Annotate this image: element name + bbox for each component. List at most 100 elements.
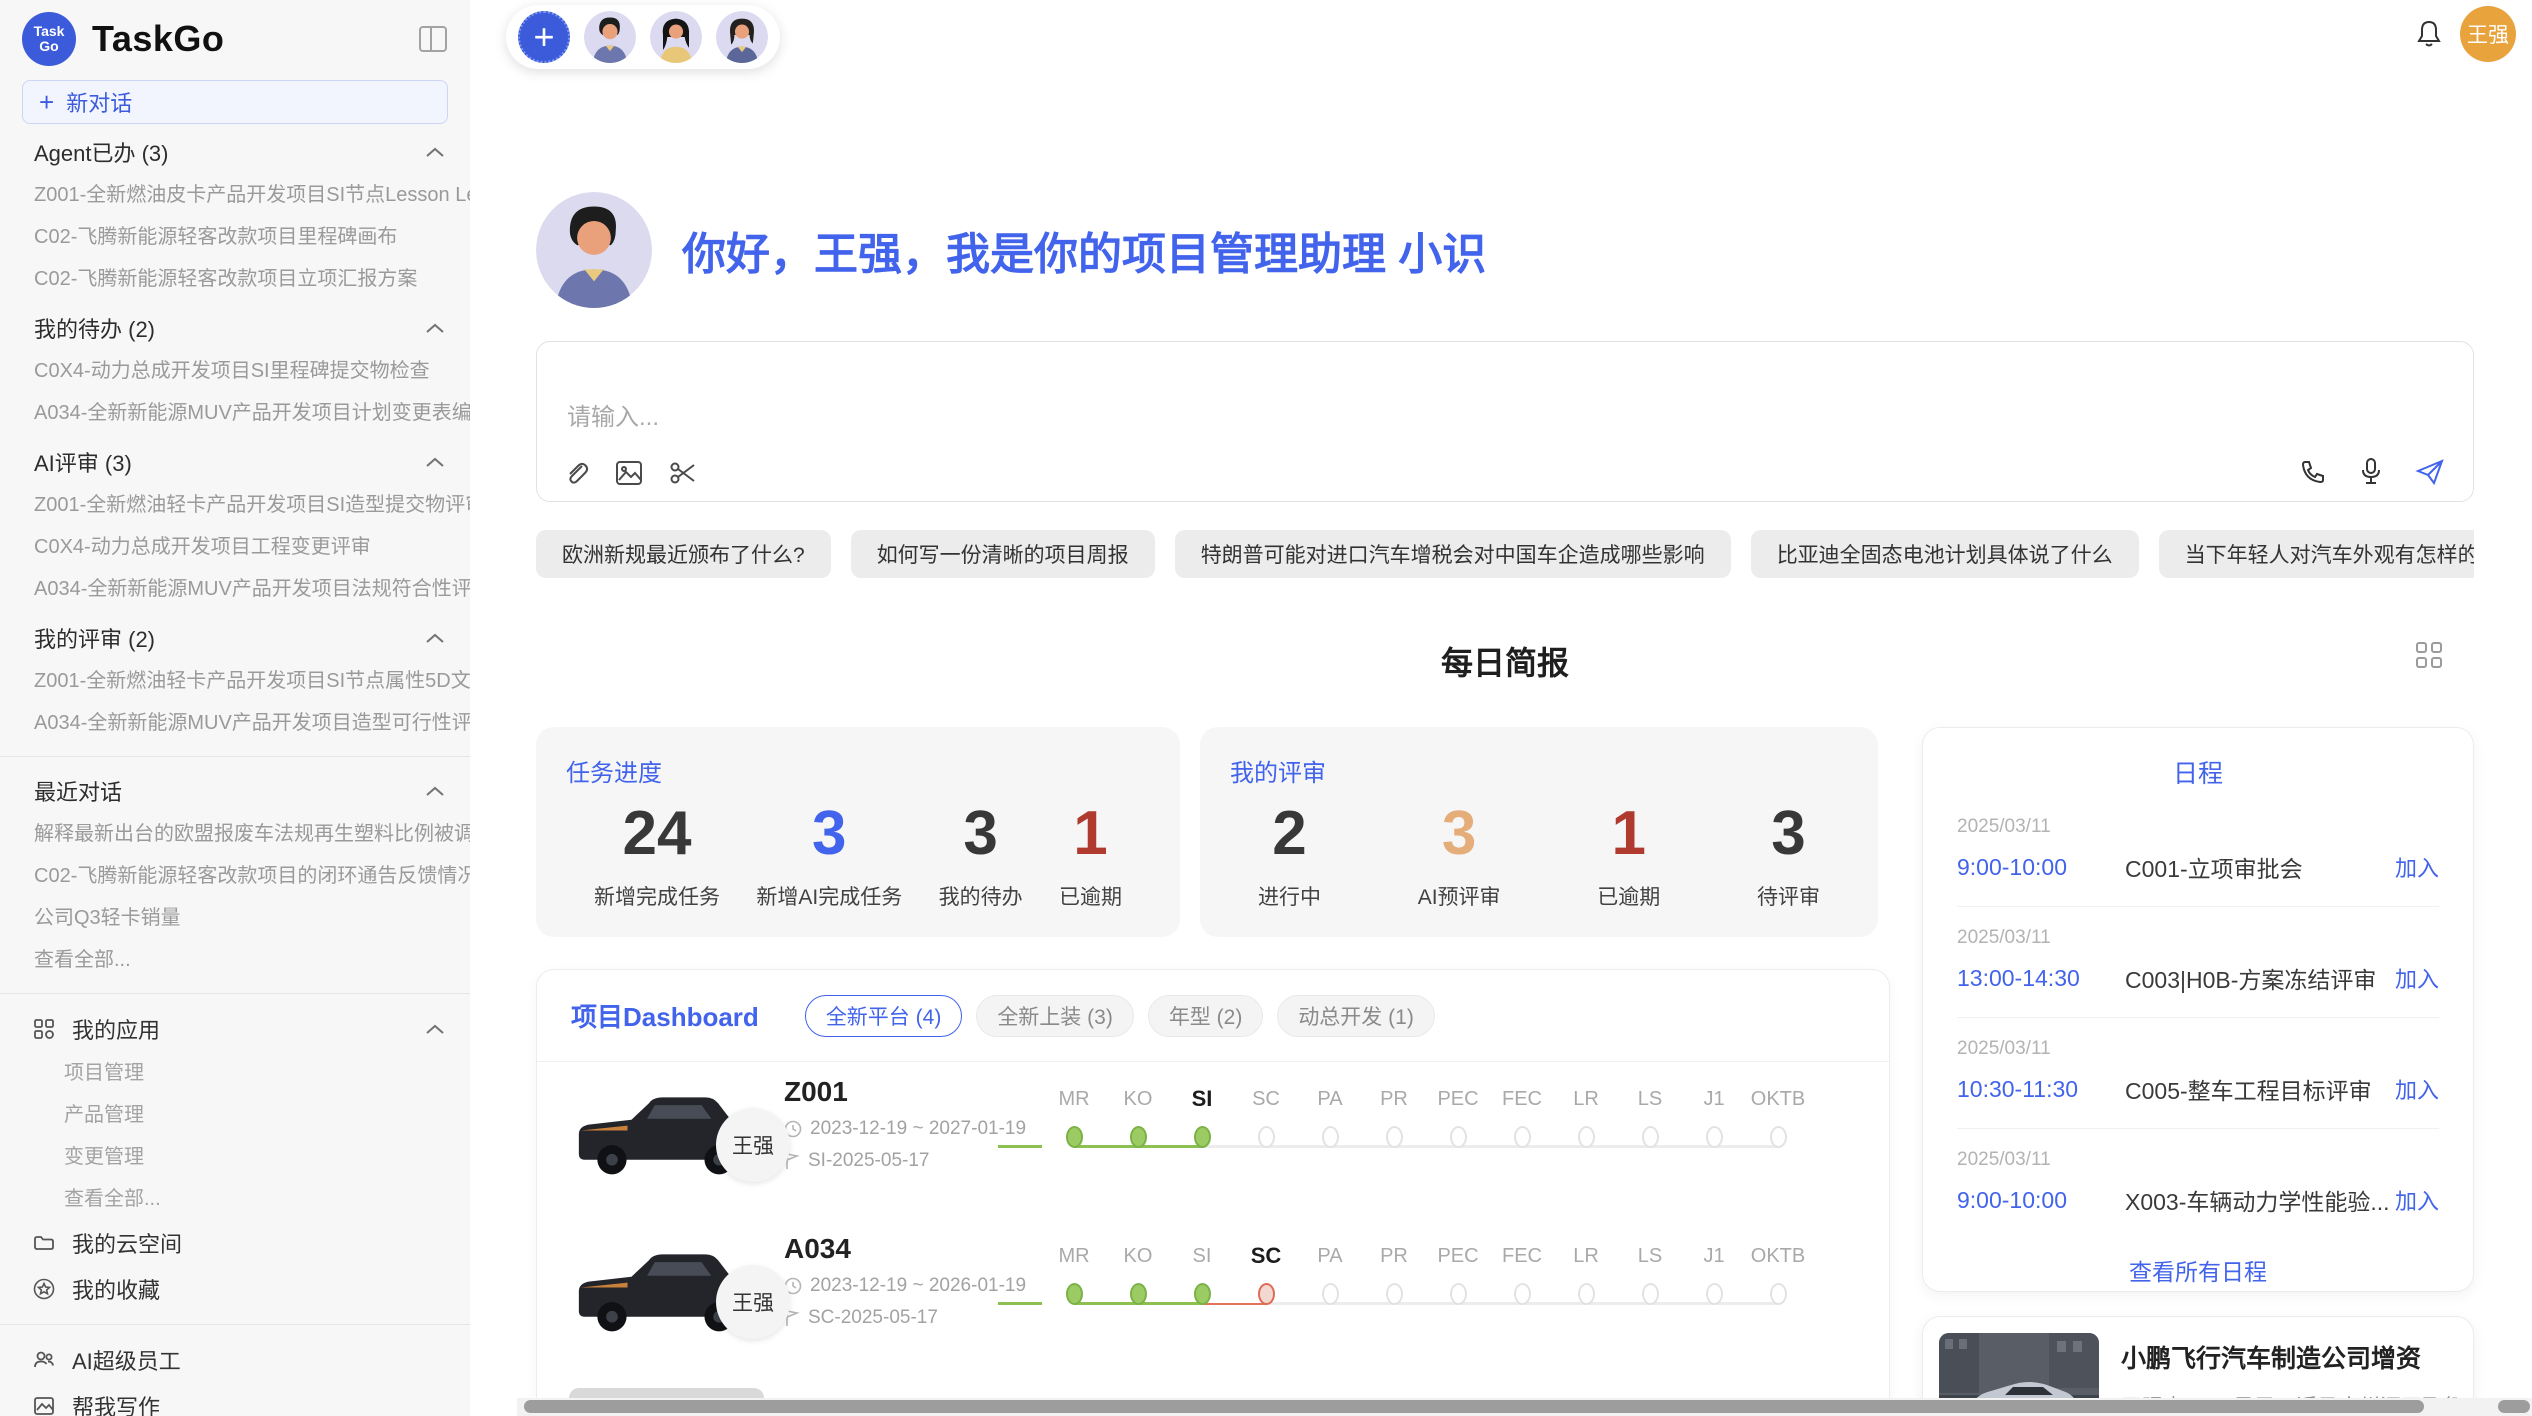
- sidebar-task-item[interactable]: Z001-全新燃油轻卡产品开发项目SI造型提交物评审: [0, 484, 470, 526]
- chat-input[interactable]: [567, 404, 1967, 432]
- milestone-dot: [1066, 1283, 1083, 1305]
- user-avatar[interactable]: 王强: [2460, 6, 2516, 62]
- send-icon[interactable]: [2415, 458, 2445, 486]
- date-range: 2023-12-19 ~ 2027-01-19: [810, 1118, 1026, 1140]
- milestone-dot: [1258, 1283, 1275, 1305]
- chevron-up-icon: [426, 147, 444, 158]
- app-logo: Task Go: [22, 12, 76, 66]
- project-owner-badge: 王强: [716, 1265, 790, 1339]
- add-agent-button[interactable]: +: [518, 11, 570, 63]
- stat-label: 我的待办: [939, 881, 1023, 911]
- project-row[interactable]: 王强 A034 2023-12-19 ~ 2026-01-19 SC-2025-…: [537, 1219, 1889, 1376]
- mic-icon[interactable]: [2359, 457, 2383, 487]
- divider: [0, 1324, 470, 1325]
- project-info: A034 2023-12-19 ~ 2026-01-19 SC-2025-05-…: [784, 1219, 1042, 1376]
- sidebar-task-item[interactable]: Z001-全新燃油轻卡产品开发项目SI节点属性5D文件评审: [0, 660, 470, 702]
- tab-powertrain[interactable]: 动总开发 (1): [1277, 995, 1435, 1037]
- tab-year-model[interactable]: 年型 (2): [1148, 995, 1264, 1037]
- section-header-my-todo[interactable]: 我的待办 (2): [0, 306, 470, 350]
- scissors-icon[interactable]: [669, 460, 697, 486]
- greeting-text: 你好，王强，我是你的项目管理助理 小识: [682, 218, 1486, 282]
- milestone-dot: [1194, 1126, 1211, 1148]
- milestone: KO: [1106, 1082, 1170, 1219]
- sidebar-task-item[interactable]: C02-飞腾新能源轻客改款项目里程碑画布: [0, 216, 470, 258]
- event-name: C005-整车工程目标评审: [2125, 1072, 2395, 1106]
- tab-new-body[interactable]: 全新上装 (3): [976, 995, 1134, 1037]
- section-header-my-review[interactable]: 我的评审 (2): [0, 616, 470, 660]
- suggestion-chip[interactable]: 欧洲新规最近颁布了什么?: [536, 530, 831, 578]
- quick-access-bar: +: [506, 5, 780, 69]
- agent-avatar[interactable]: [650, 11, 702, 63]
- milestone: OKTB: [1746, 1239, 1810, 1376]
- project-flag: SC-2025-05-17: [784, 1307, 1042, 1329]
- suggestion-chip[interactable]: 当下年轻人对汽车外观有怎样的喜好趋势: [2159, 530, 2474, 578]
- view-all-schedule-link[interactable]: 查看所有日程: [1923, 1253, 2473, 1287]
- agent-avatar[interactable]: [584, 11, 636, 63]
- milestone: LR: [1554, 1082, 1618, 1219]
- scrollbar-corner[interactable]: [2498, 1400, 2530, 1413]
- new-chat-button[interactable]: + 新对话: [22, 80, 448, 124]
- app-item-project-mgmt[interactable]: 项目管理: [0, 1052, 470, 1094]
- section-label: AI评审 (3): [34, 446, 132, 478]
- milestone: LR: [1554, 1239, 1618, 1376]
- sidebar-item-favorites[interactable]: 我的收藏: [0, 1266, 470, 1312]
- sidebar-item-ai-staff[interactable]: AI超级员工: [0, 1337, 470, 1383]
- tab-new-platform[interactable]: 全新平台 (4): [805, 995, 963, 1037]
- scrollbar-thumb[interactable]: [524, 1400, 2424, 1413]
- recent-chat-item[interactable]: 解释最新出台的欧盟报废车法规再生塑料比例被调至15%...: [0, 813, 470, 855]
- suggestion-chip[interactable]: 特朗普可能对进口汽车增税会对中国车企造成哪些影响: [1175, 530, 1731, 578]
- sidebar-item-cloud-space[interactable]: 我的云空间: [0, 1220, 470, 1266]
- sidebar-task-item[interactable]: C0X4-动力总成开发项目工程变更评审: [0, 526, 470, 568]
- notification-bell-icon[interactable]: [2414, 18, 2444, 50]
- milestone-dot: [1578, 1283, 1595, 1305]
- stat-value: 1: [1597, 798, 1660, 869]
- layout-grid-icon[interactable]: [2414, 640, 2444, 670]
- suggestion-chip[interactable]: 比亚迪全固态电池计划具体说了什么: [1751, 530, 2139, 578]
- app-item-product-mgmt[interactable]: 产品管理: [0, 1094, 470, 1136]
- recent-chat-item[interactable]: C02-飞腾新能源轻客改款项目的闭环通告反馈情况: [0, 855, 470, 897]
- join-link[interactable]: 加入: [2395, 851, 2439, 883]
- sidebar-task-item[interactable]: Z001-全新燃油皮卡产品开发项目SI节点Lesson Learn报告: [0, 174, 470, 216]
- sidebar-task-item[interactable]: A034-全新新能源MUV产品开发项目计划变更表编写: [0, 392, 470, 434]
- section-header-recent-chats[interactable]: 最近对话: [0, 769, 470, 813]
- sidebar-task-item[interactable]: C0X4-动力总成开发项目SI里程碑提交物检查: [0, 350, 470, 392]
- suggestion-chip[interactable]: 如何写一份清晰的项目周报: [851, 530, 1155, 578]
- attachment-icon[interactable]: [563, 459, 589, 487]
- milestone: PR: [1362, 1239, 1426, 1376]
- schedule-event: 2025/03/11 9:00-10:00 X003-车辆动力学性能验... 加…: [1957, 1129, 2439, 1239]
- image-upload-icon[interactable]: [615, 460, 643, 486]
- milestone-dot: [1642, 1126, 1659, 1148]
- join-link[interactable]: 加入: [2395, 962, 2439, 994]
- event-time: 13:00-14:30: [1957, 965, 2125, 992]
- milestone: PA: [1298, 1082, 1362, 1219]
- stat-ai-prereview: 3 AI预评审: [1418, 798, 1501, 911]
- my-apps-label: 我的应用: [72, 1013, 160, 1045]
- milestone: FEC: [1490, 1082, 1554, 1219]
- recent-chat-view-all[interactable]: 查看全部...: [0, 939, 470, 981]
- milestone-dot: [1450, 1283, 1467, 1305]
- image-doc-icon: [32, 1394, 56, 1416]
- phone-icon[interactable]: [2299, 458, 2327, 486]
- section-header-ai-review[interactable]: AI评审 (3): [0, 440, 470, 484]
- sidebar-item-my-apps[interactable]: 我的应用: [0, 1006, 470, 1052]
- agent-avatar[interactable]: [716, 11, 768, 63]
- sidebar-item-help-write[interactable]: 帮我写作: [0, 1383, 470, 1416]
- project-row[interactable]: 王强 Z001 2023-12-19 ~ 2027-01-19 SI-2025-…: [537, 1062, 1889, 1219]
- app-item-change-mgmt[interactable]: 变更管理: [0, 1136, 470, 1178]
- join-link[interactable]: 加入: [2395, 1184, 2439, 1216]
- stat-pending-review: 3 待评审: [1757, 798, 1820, 911]
- sidebar: Task Go TaskGo + 新对话 Agent已办 (3) Z001-全新…: [0, 0, 470, 1416]
- join-link[interactable]: 加入: [2395, 1073, 2439, 1105]
- sidebar-task-item[interactable]: A034-全新新能源MUV产品开发项目法规符合性评审: [0, 568, 470, 610]
- app-item-view-all[interactable]: 查看全部...: [0, 1178, 470, 1220]
- sidebar-task-item[interactable]: C02-飞腾新能源轻客改款项目立项汇报方案: [0, 258, 470, 300]
- sidebar-task-item[interactable]: A034-全新新能源MUV产品开发项目造型可行性评审: [0, 702, 470, 744]
- milestone: PA: [1298, 1239, 1362, 1376]
- flag-label: SI-2025-05-17: [808, 1150, 929, 1172]
- milestone: KO: [1106, 1239, 1170, 1376]
- section-header-agent-done[interactable]: Agent已办 (3): [0, 130, 470, 174]
- milestone: SC: [1234, 1239, 1298, 1376]
- recent-chat-item[interactable]: 公司Q3轻卡销量: [0, 897, 470, 939]
- sidebar-collapse-icon[interactable]: [418, 25, 448, 53]
- milestone-dot: [1322, 1283, 1339, 1305]
